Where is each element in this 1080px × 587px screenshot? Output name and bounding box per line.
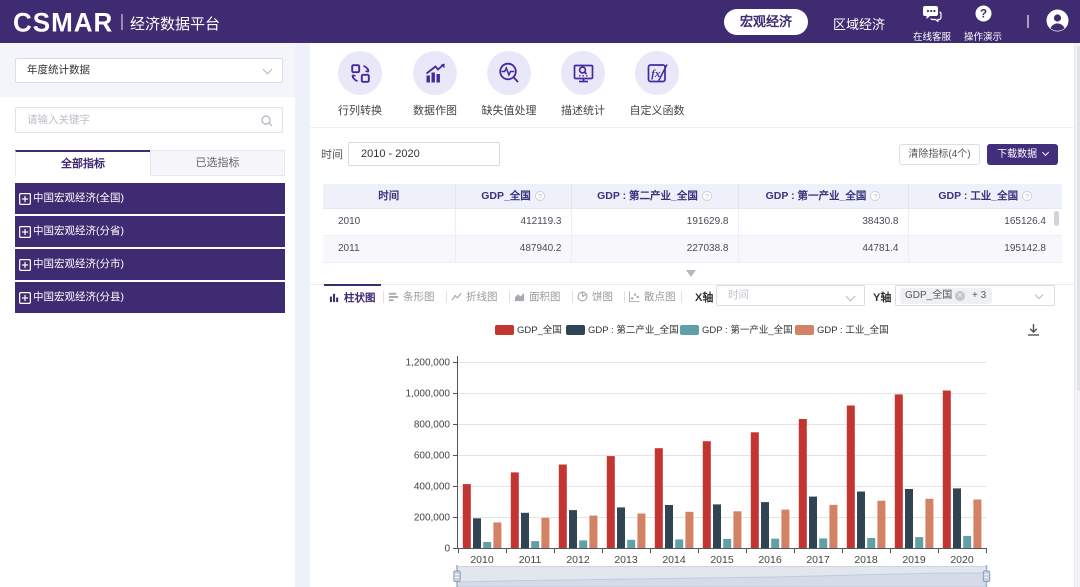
svg-text:2019: 2019 [902, 554, 926, 566]
svg-text:2018: 2018 [854, 554, 878, 566]
svg-text:2017: 2017 [806, 554, 830, 566]
svg-text:?: ? [979, 9, 986, 21]
svg-text:200,000: 200,000 [414, 513, 451, 524]
svg-text:800,000: 800,000 [414, 420, 451, 431]
svg-text:2014: 2014 [662, 554, 686, 566]
svg-text:2010: 2010 [470, 554, 494, 566]
svg-text:2011: 2011 [519, 554, 542, 566]
svg-text:2015: 2015 [710, 554, 734, 566]
svg-text:2020: 2020 [950, 554, 974, 566]
svg-text:1,000,000: 1,000,000 [406, 389, 451, 400]
svg-text:1,200,000: 1,200,000 [406, 358, 451, 369]
svg-text:2013: 2013 [614, 554, 638, 566]
svg-text:400,000: 400,000 [414, 482, 451, 493]
svg-text:0: 0 [444, 544, 450, 555]
svg-text:2012: 2012 [566, 554, 590, 566]
svg-text:600,000: 600,000 [414, 451, 451, 462]
svg-text:2016: 2016 [758, 554, 782, 566]
